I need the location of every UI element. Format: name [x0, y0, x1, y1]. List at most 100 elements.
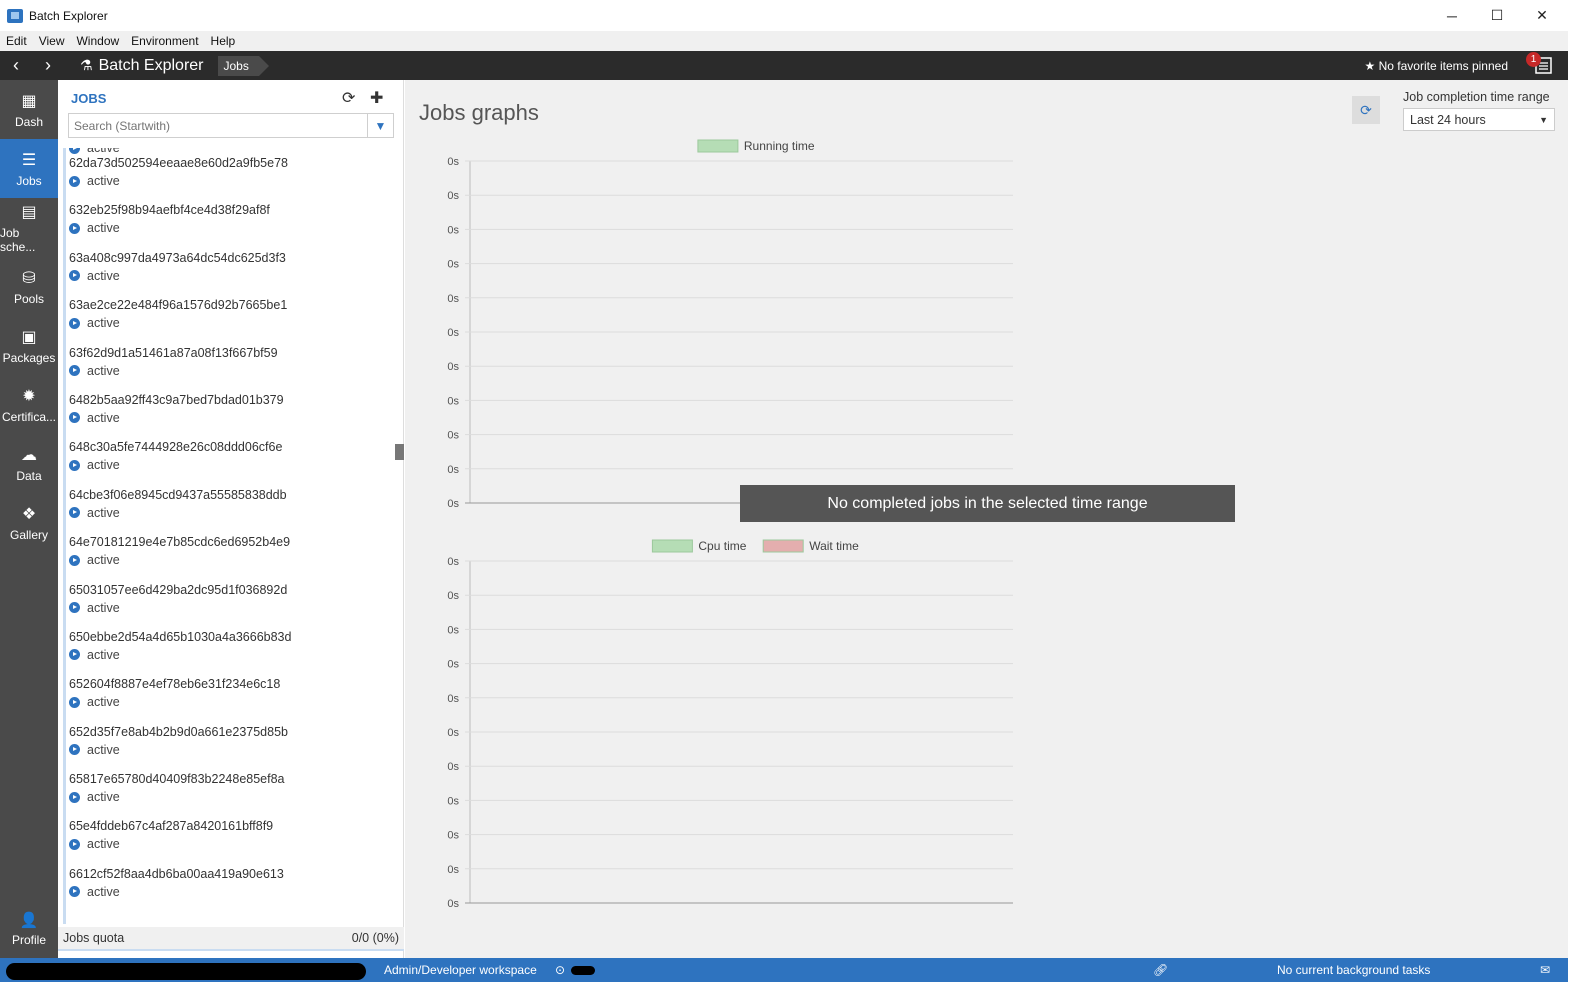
active-state-icon	[69, 791, 80, 803]
sidebar-item-profile[interactable]: 👤 Profile	[0, 899, 58, 958]
cloud-upload-icon: ☁	[21, 446, 37, 464]
list-item[interactable]: 63f62d9d1a51461a87a08f13f667bf59 active	[66, 343, 403, 390]
job-state: active	[87, 647, 120, 662]
workspace-label[interactable]: Admin/Developer workspace	[384, 963, 537, 977]
active-state-icon	[69, 602, 80, 614]
favorites-label: No favorite items pinned	[1378, 58, 1508, 73]
job-list-scrollbar[interactable]	[395, 444, 404, 460]
job-id: 63ae2ce22e484f96a1576d92b7665be1	[69, 298, 288, 313]
job-list[interactable]: active 62da73d502594eeaae8e60d2a9fb5e78 a…	[63, 148, 403, 924]
menu-window[interactable]: Window	[70, 34, 125, 48]
no-data-message: No completed jobs in the selected time r…	[740, 485, 1235, 522]
sidebar-item-jobs[interactable]: ☰ Jobs	[0, 139, 58, 198]
sidebar-item-gallery[interactable]: ❖ Gallery	[0, 493, 58, 552]
job-id: 64e70181219e4e7b85cdc6ed6952b4e9	[69, 535, 291, 550]
sidebar-item-label: Data	[16, 468, 42, 483]
app-header: ‹ › ⚗ Batch Explorer Jobs ★ No favorite …	[0, 51, 1568, 80]
list-item[interactable]: 648c30a5fe7444928e26c08ddd06cf6e active	[66, 437, 403, 484]
back-button[interactable]: ‹	[0, 55, 32, 76]
list-item[interactable]: 64e70181219e4e7b85cdc6ed6952b4e9 active	[66, 532, 403, 579]
sidebar: ▦ Dash ☰ Jobs ▤ Job sche... ⛁ Pools ▣ Pa…	[0, 80, 58, 958]
list-item[interactable]: 65031057ee6d429ba2dc95d1f036892d active	[66, 580, 403, 627]
job-id: 652d35f7e8ab4b2b9d0a661e2375d85b	[69, 724, 288, 739]
legend-swatch	[697, 139, 739, 153]
job-id: 65031057ee6d429ba2dc95d1f036892d	[69, 582, 288, 597]
notifications-button[interactable]: 1	[1526, 52, 1554, 75]
list-item[interactable]: 62da73d502594eeaae8e60d2a9fb5e78 active	[66, 153, 403, 200]
feedback-mail-icon[interactable]: ✉	[1540, 963, 1550, 977]
close-button[interactable]: ✕	[1519, 0, 1565, 31]
add-job-icon[interactable]: ✚	[370, 88, 383, 108]
brand[interactable]: ⚗ Batch Explorer	[80, 57, 204, 75]
forward-button[interactable]: ›	[32, 55, 64, 76]
active-state-icon	[69, 507, 80, 519]
breadcrumb-jobs[interactable]: Jobs	[217, 55, 270, 76]
y-tick-label: 0s	[447, 556, 459, 568]
menu-help[interactable]: Help	[205, 34, 242, 48]
menu-edit[interactable]: Edit	[0, 34, 33, 48]
menu-environment[interactable]: Environment	[125, 34, 204, 48]
job-id: 62da73d502594eeaae8e60d2a9fb5e78	[69, 156, 288, 170]
window-title: Batch Explorer	[29, 8, 108, 23]
list-item[interactable]: 64cbe3f06e8945cd9437a55585838ddb active	[66, 485, 403, 532]
jobs-quota: Jobs quota 0/0 (0%)	[58, 927, 404, 951]
minimize-button[interactable]: ─	[1429, 0, 1475, 31]
menu-view[interactable]: View	[33, 34, 71, 48]
window-edge	[1568, 0, 1585, 995]
y-tick-label: 0s	[447, 156, 459, 168]
list-item[interactable]: 63a408c997da4973a64dc54dc625d3f3 active	[66, 248, 403, 295]
list-item[interactable]: 652604f8887e4ef78eb6e31f234e6c18 active	[66, 674, 403, 721]
dashboard-icon: ▦	[21, 92, 37, 110]
job-id: 652604f8887e4ef78eb6e31f234e6c18	[69, 677, 281, 692]
sidebar-item-pools[interactable]: ⛁ Pools	[0, 257, 58, 316]
y-tick-label: 0s	[447, 590, 459, 602]
y-tick-label: 0s	[447, 727, 459, 739]
sidebar-item-data[interactable]: ☁ Data	[0, 434, 58, 493]
job-state: active	[87, 884, 120, 899]
list-item[interactable]: 65e4fddeb67c4af287a8420161bff8f9 active	[66, 816, 403, 863]
job-id: 648c30a5fe7444928e26c08ddd06cf6e	[69, 440, 283, 455]
batch-explorer-app-icon	[7, 8, 23, 23]
refresh-icon[interactable]: ⟳	[342, 88, 355, 108]
package-icon: ▣	[21, 328, 37, 346]
title-bar: Batch Explorer ─ ☐ ✕	[0, 0, 1568, 31]
favorites-dropdown[interactable]: ★ No favorite items pinned	[1364, 59, 1508, 73]
sidebar-item-packages[interactable]: ▣ Packages	[0, 316, 58, 375]
jobs-icon: ☰	[21, 151, 37, 169]
status-bar: Admin/Developer workspace ⊙ 🔗︎ No curren…	[0, 958, 1568, 982]
maximize-button[interactable]: ☐	[1474, 0, 1520, 31]
list-item[interactable]: 650ebbe2d54a4d65b1030a4a3666b83d active	[66, 627, 403, 674]
active-state-icon	[69, 365, 80, 377]
list-item[interactable]: 65817e65780d40409f83b2248e85ef8a active	[66, 769, 403, 816]
job-state: active	[87, 742, 120, 757]
list-item[interactable]: 6482b5aa92ff43c9a7bed7bdad01b379 active	[66, 390, 403, 437]
y-tick-label: 0s	[447, 693, 459, 705]
list-item[interactable]: 652d35f7e8ab4b2b9d0a661e2375d85b active	[66, 722, 403, 769]
jobs-quota-value: 0/0 (0%)	[351, 931, 399, 945]
legend-label: Cpu time	[698, 539, 746, 553]
list-item[interactable]: 6612cf52f8aa4db6ba00aa419a90e613 active	[66, 864, 403, 911]
clock-icon: ⊙	[555, 963, 566, 977]
active-state-icon	[69, 554, 80, 566]
legend-swatch	[762, 539, 804, 553]
sidebar-item-dash[interactable]: ▦ Dash	[0, 80, 58, 139]
user-icon: 👤	[19, 911, 39, 929]
star-icon: ★	[1364, 58, 1376, 73]
job-state: active	[87, 553, 120, 568]
y-tick-label: 0s	[447, 293, 459, 305]
sidebar-item-certificates[interactable]: ✹ Certifica...	[0, 375, 58, 434]
active-state-icon	[69, 838, 80, 850]
job-state: active	[87, 268, 120, 283]
list-item[interactable]: 632eb25f98b94aefbf4ce4d38f29af8f active	[66, 200, 403, 247]
job-id: 632eb25f98b94aefbf4ce4d38f29af8f	[69, 203, 270, 218]
filter-icon[interactable]: ▼	[367, 114, 393, 137]
sidebar-item-label: Job sche...	[0, 225, 36, 254]
search-input[interactable]	[69, 114, 367, 137]
sidebar-item-job-schedules[interactable]: ▤ Job sche...	[0, 198, 58, 257]
y-tick-label: 0s	[447, 224, 459, 236]
list-item[interactable]: 63ae2ce22e484f96a1576d92b7665be1 active	[66, 295, 403, 342]
jobs-panel-title: JOBS	[71, 91, 107, 106]
background-tasks-label[interactable]: No current background tasks	[1277, 963, 1430, 977]
job-state: active	[87, 410, 120, 425]
link-icon[interactable]: 🔗︎	[1153, 963, 1168, 977]
